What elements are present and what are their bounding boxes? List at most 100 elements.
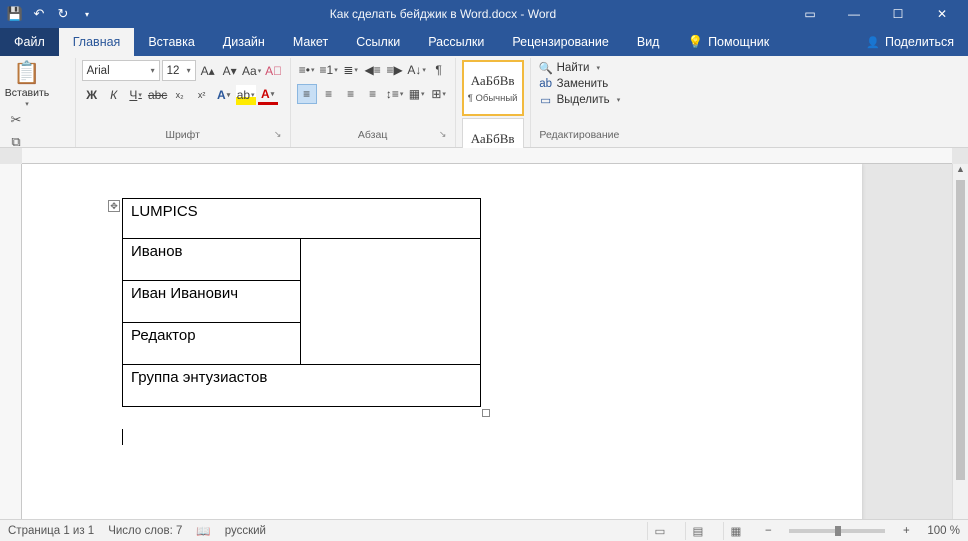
font-name-combo[interactable]: Arial▾ <box>82 60 160 81</box>
close-icon[interactable]: ✕ <box>920 0 964 28</box>
web-layout-icon[interactable]: ▦ <box>723 522 747 540</box>
zoom-slider[interactable] <box>789 529 885 533</box>
text-cursor <box>122 429 862 445</box>
window-controls: ▭ — ☐ ✕ <box>788 0 964 28</box>
table-cell[interactable]: Иванов <box>123 239 301 281</box>
tab-references[interactable]: Ссылки <box>342 28 414 56</box>
tab-design[interactable]: Дизайн <box>209 28 279 56</box>
numbering-icon[interactable]: ≡1 <box>319 60 339 80</box>
tab-home[interactable]: Главная <box>59 28 135 56</box>
find-button[interactable]: 🔍Найти▾ <box>537 60 623 76</box>
subscript-button[interactable]: x₂ <box>170 85 190 105</box>
quick-access-toolbar: 💾 ↶ ↻ ▾ <box>4 3 98 25</box>
justify-icon[interactable]: ≡ <box>363 84 383 104</box>
tab-review[interactable]: Рецензирование <box>498 28 623 56</box>
table-resize-handle-icon[interactable] <box>482 409 490 417</box>
undo-icon[interactable]: ↶ <box>28 3 50 25</box>
table-cell[interactable]: Группа энтузиастов <box>123 365 481 407</box>
tab-view[interactable]: Вид <box>623 28 674 56</box>
align-right-icon[interactable]: ≡ <box>341 84 361 104</box>
tab-layout[interactable]: Макет <box>279 28 342 56</box>
table-cell[interactable]: Иван Иванович <box>123 281 301 323</box>
page[interactable]: ✥ LUMPICS Иванов Иван Иванович Редактор … <box>22 164 862 519</box>
read-mode-icon[interactable]: ▭ <box>647 522 671 540</box>
ribbon: 📋 Вставить ▾ ✂ ⧉ 🖌 Буфер обм...↘ Arial▾ … <box>0 56 968 148</box>
page-viewport[interactable]: ✥ LUMPICS Иванов Иван Иванович Редактор … <box>22 164 952 519</box>
line-spacing-icon[interactable]: ↕≡ <box>385 84 405 104</box>
table-cell[interactable]: LUMPICS <box>123 199 481 239</box>
tab-insert[interactable]: Вставка <box>134 28 208 56</box>
horizontal-ruler[interactable] <box>22 148 952 164</box>
cut-icon[interactable]: ✂ <box>6 110 26 130</box>
zoom-out-icon[interactable]: − <box>761 525 775 537</box>
italic-button[interactable]: К <box>104 85 124 105</box>
align-left-icon[interactable]: ≡ <box>297 84 317 104</box>
clear-formatting-icon[interactable]: A⃠ <box>264 61 284 81</box>
zoom-handle[interactable] <box>835 526 841 536</box>
table-move-handle-icon[interactable]: ✥ <box>108 200 120 212</box>
tab-mailings[interactable]: Рассылки <box>414 28 498 56</box>
replace-button[interactable]: abЗаменить <box>537 77 623 91</box>
font-size-combo[interactable]: 12▾ <box>162 60 196 81</box>
superscript-button[interactable]: x² <box>192 85 212 105</box>
multilevel-icon[interactable]: ≣ <box>341 60 361 80</box>
group-styles: АаБбВв ¶ Обычный АаБбВв ¶ Без инте... Аа… <box>456 58 531 147</box>
tab-tell[interactable]: 💡Помощник <box>673 28 783 56</box>
badge-table[interactable]: LUMPICS Иванов Иван Иванович Редактор Гр… <box>122 198 481 407</box>
select-icon: ▭ <box>539 93 553 107</box>
word-count[interactable]: Число слов: 7 <box>108 525 182 537</box>
font-size-value: 12 <box>167 65 180 77</box>
print-layout-icon[interactable]: ▤ <box>685 522 709 540</box>
table-cell[interactable]: Редактор <box>123 323 301 365</box>
share-icon: 👤 <box>866 36 880 49</box>
text-effects-icon[interactable]: A <box>214 85 234 105</box>
minimize-icon[interactable]: — <box>832 0 876 28</box>
style-normal[interactable]: АаБбВв ¶ Обычный <box>462 60 524 116</box>
highlight-icon[interactable]: ab <box>236 85 256 105</box>
redo-icon[interactable]: ↻ <box>52 3 74 25</box>
shading-icon[interactable]: ▦ <box>407 84 427 104</box>
borders-icon[interactable]: ⊞ <box>429 84 449 104</box>
increase-indent-icon[interactable]: ≡▶ <box>385 60 405 80</box>
change-case-icon[interactable]: Aa <box>242 61 262 81</box>
table-cell[interactable] <box>301 239 481 365</box>
sort-icon[interactable]: A↓ <box>407 60 427 80</box>
chevron-down-icon: ▾ <box>147 66 155 75</box>
ribbon-options-icon[interactable]: ▭ <box>788 0 832 28</box>
scrollbar-thumb[interactable] <box>956 180 965 480</box>
zoom-level[interactable]: 100 % <box>927 525 960 537</box>
tab-file[interactable]: Файл <box>0 28 59 56</box>
vertical-ruler[interactable] <box>0 164 22 519</box>
align-center-icon[interactable]: ≡ <box>319 84 339 104</box>
status-bar: Страница 1 из 1 Число слов: 7 📖 русский … <box>0 519 968 541</box>
zoom-in-icon[interactable]: + <box>899 525 913 537</box>
paste-button[interactable]: 📋 Вставить ▾ <box>6 60 48 108</box>
grow-font-icon[interactable]: A▴ <box>198 61 218 81</box>
strikethrough-button[interactable]: abc <box>148 85 168 105</box>
group-editing: 🔍Найти▾ abЗаменить ▭Выделить▾ Редактиров… <box>531 58 629 147</box>
dialog-launcher-icon[interactable]: ↘ <box>437 129 449 141</box>
dialog-launcher-icon[interactable]: ↘ <box>272 129 284 141</box>
decrease-indent-icon[interactable]: ◀≡ <box>363 60 383 80</box>
proofing-icon[interactable]: 📖 <box>196 524 210 538</box>
vertical-scrollbar[interactable]: ▲ <box>952 164 968 519</box>
select-button[interactable]: ▭Выделить▾ <box>537 92 623 108</box>
scroll-up-icon[interactable]: ▲ <box>953 164 968 180</box>
save-icon[interactable]: 💾 <box>4 3 26 25</box>
language-indicator[interactable]: русский <box>225 525 266 537</box>
bold-button[interactable]: Ж <box>82 85 102 105</box>
underline-button[interactable]: Ч <box>126 85 146 105</box>
shrink-font-icon[interactable]: A▾ <box>220 61 240 81</box>
group-label-paragraph: Абзац↘ <box>297 129 449 145</box>
share-button[interactable]: 👤Поделиться <box>852 28 968 56</box>
bullets-icon[interactable]: ≡• <box>297 60 317 80</box>
show-marks-icon[interactable]: ¶ <box>429 60 449 80</box>
group-clipboard: 📋 Вставить ▾ ✂ ⧉ 🖌 Буфер обм...↘ <box>0 58 76 147</box>
maximize-icon[interactable]: ☐ <box>876 0 920 28</box>
page-indicator[interactable]: Страница 1 из 1 <box>8 525 94 537</box>
find-label: Найти <box>557 62 590 74</box>
font-color-icon[interactable]: A <box>258 85 278 105</box>
title-bar: 💾 ↶ ↻ ▾ Как сделать бейджик в Word.docx … <box>0 0 968 28</box>
lightbulb-icon: 💡 <box>687 35 703 50</box>
qat-customize-icon[interactable]: ▾ <box>76 3 98 25</box>
